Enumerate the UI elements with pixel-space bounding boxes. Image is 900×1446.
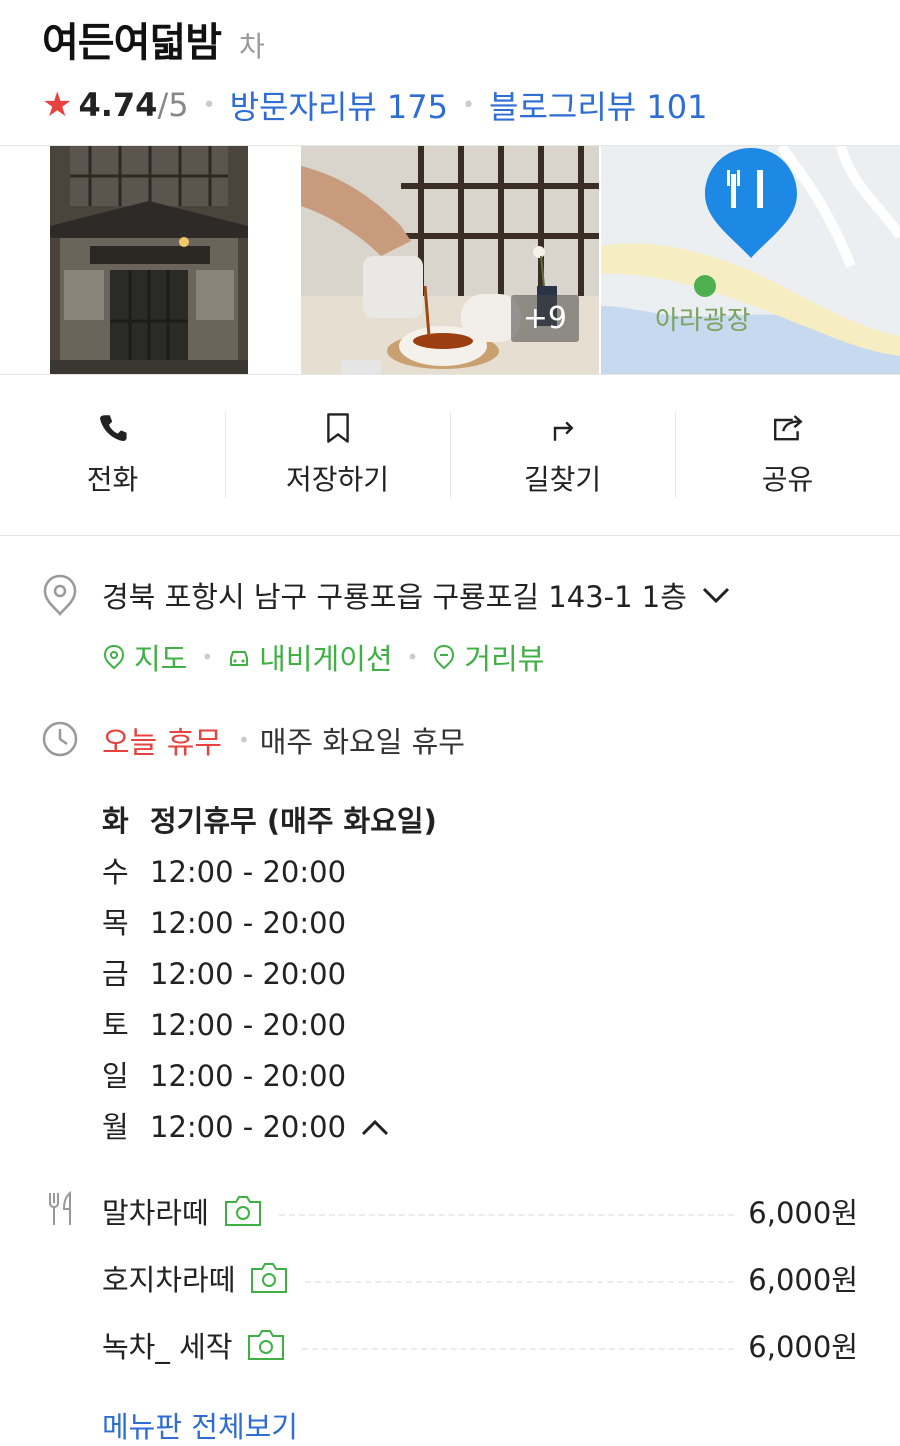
location-pin-icon — [43, 574, 77, 616]
map-place-label: 아라광장 — [655, 306, 751, 336]
map-link-label: 지도 — [134, 642, 188, 676]
dotted-leader — [302, 1347, 735, 1350]
place-name: 여든여덟밤 — [42, 20, 222, 66]
hours-time: 12:00 - 20:00 — [150, 855, 347, 889]
separator-dot: • — [462, 92, 475, 118]
map-pin-icon — [103, 644, 125, 670]
camera-icon — [251, 1262, 288, 1293]
bookmark-icon — [326, 413, 349, 443]
separator-dot: • — [406, 645, 419, 669]
navigation-link[interactable]: 내비게이션 — [227, 636, 393, 678]
separator-dot: • — [202, 92, 216, 118]
more-photos-badge[interactable]: +9 — [510, 295, 579, 342]
car-icon — [230, 651, 249, 666]
cutlery-icon — [49, 1190, 71, 1225]
phone-icon — [99, 415, 127, 442]
place-info: 경북 포항시 남구 구룡포읍 구룡포길 143-1 1층 지도 • 내비게이션 … — [0, 536, 900, 1446]
hours-day: 수 — [102, 855, 129, 889]
hours-row[interactable]: 오늘 휴무 • 매주 화요일 휴무 — [0, 718, 900, 762]
hours-time: 12:00 - 20:00 — [150, 1008, 347, 1042]
hours-time: 12:00 - 20:00 — [150, 1059, 347, 1093]
menu-item[interactable]: 녹차_ 세작 6,000원 — [0, 1311, 900, 1378]
directions-label: 길찾기 — [523, 463, 602, 496]
rating-score: 4.74 — [78, 86, 158, 124]
hours-day: 금 — [102, 957, 129, 991]
call-button[interactable]: 전화 — [0, 412, 225, 498]
save-button[interactable]: 저장하기 — [225, 412, 450, 498]
hours-item: 목 12:00 - 20:00 — [102, 898, 900, 949]
navigation-link-label: 내비게이션 — [259, 642, 393, 676]
hours-day: 토 — [102, 1008, 129, 1042]
streetview-link-label: 거리뷰 — [464, 642, 545, 676]
menu-item-name: 호지차라떼 — [102, 1262, 236, 1297]
place-category: 차 — [239, 30, 265, 63]
photo-strip: +9 아라광장 — [0, 145, 900, 374]
hours-item: 일 12:00 - 20:00 — [102, 1051, 900, 1102]
clock-icon — [42, 721, 78, 757]
hours-item: 수 12:00 - 20:00 — [102, 847, 900, 898]
camera-icon — [224, 1195, 261, 1226]
rating-max: /5 — [157, 86, 189, 124]
camera-icon — [248, 1329, 285, 1360]
address-value: 경북 포항시 남구 구룡포읍 구룡포길 143-1 1층 — [102, 580, 687, 614]
hours-note: 매주 화요일 휴무 — [259, 725, 465, 759]
dotted-leader — [305, 1280, 735, 1283]
menu-item-name: 말차라떼 — [102, 1195, 209, 1230]
hours-time: 12:00 - 20:00 — [150, 1110, 347, 1144]
menu-item[interactable]: 말차라떼 6,000원 — [0, 1177, 900, 1244]
menu-item-price: 6,000원 — [748, 1262, 858, 1297]
separator-dot: • — [201, 645, 214, 669]
call-label: 전화 — [86, 463, 139, 496]
hours-day: 월 — [102, 1110, 129, 1144]
streetview-link[interactable]: 거리뷰 — [432, 636, 544, 678]
hours-item: 화 정기휴무 (매주 화요일) — [102, 796, 900, 847]
hours-time: 12:00 - 20:00 — [150, 957, 347, 991]
place-header: 여든여덟밤 차 ★ 4.74 /5 • 방문자리뷰 175 • 블로그리뷰 10… — [0, 0, 900, 145]
menu-item-price: 6,000원 — [748, 1329, 858, 1364]
rating-row: ★ 4.74 /5 • 방문자리뷰 175 • 블로그리뷰 101 — [42, 82, 900, 128]
hours-time: 정기휴무 (매주 화요일) — [150, 804, 437, 838]
address-text[interactable]: 경북 포항시 남구 구룡포읍 구룡포길 143-1 1층 — [102, 574, 731, 616]
map-link[interactable]: 지도 — [102, 636, 187, 678]
share-button[interactable]: 공유 — [675, 412, 900, 498]
menu-item[interactable]: 호지차라떼 6,000원 — [0, 1244, 900, 1311]
map-thumbnail[interactable]: 아라광장 — [601, 146, 900, 374]
photo-storefront[interactable] — [50, 146, 248, 374]
streetview-icon — [434, 644, 455, 670]
star-icon: ★ — [42, 85, 73, 125]
separator-dot: • — [237, 728, 250, 752]
menu-item-name: 녹차_ 세작 — [102, 1329, 233, 1364]
hours-schedule: 화 정기휴무 (매주 화요일) 수 12:00 - 20:00 목 12:00 … — [102, 796, 900, 1153]
hours-item: 월 12:00 - 20:00 — [102, 1102, 900, 1153]
hours-day: 화 — [102, 804, 129, 838]
chevron-down-icon[interactable] — [701, 585, 731, 605]
blog-reviews-link[interactable]: 블로그리뷰 101 — [489, 82, 707, 128]
hours-status: 오늘 휴무 — [102, 726, 222, 761]
view-full-menu-link[interactable]: 메뉴판 전체보기 — [102, 1404, 900, 1446]
dotted-leader — [278, 1213, 735, 1216]
hours-item: 토 12:00 - 20:00 — [102, 1000, 900, 1051]
hours-time: 12:00 - 20:00 — [150, 906, 347, 940]
directions-button[interactable]: 길찾기 — [450, 412, 675, 498]
share-icon — [773, 415, 803, 441]
menu-item-price: 6,000원 — [748, 1195, 858, 1230]
address-row: 경북 포항시 남구 구룡포읍 구룡포길 143-1 1층 — [0, 574, 900, 616]
menu-section: 말차라떼 6,000원 호지차라떼 6,000원 녹차_ 세작 6,000원 메… — [0, 1177, 900, 1446]
hours-day: 일 — [102, 1059, 129, 1093]
map-links: 지도 • 내비게이션 • 거리뷰 — [102, 636, 900, 678]
save-label: 저장하기 — [285, 463, 390, 496]
directions-icon — [553, 421, 573, 441]
hours-item: 금 12:00 - 20:00 — [102, 949, 900, 1000]
hours-day: 목 — [102, 906, 129, 940]
chevron-up-icon[interactable] — [360, 1118, 390, 1138]
share-label: 공유 — [761, 463, 814, 496]
photo-tea[interactable]: +9 — [301, 146, 599, 374]
action-bar: 전화 저장하기 길찾기 공유 — [0, 374, 900, 536]
visitor-reviews-link[interactable]: 방문자리뷰 175 — [230, 82, 448, 128]
